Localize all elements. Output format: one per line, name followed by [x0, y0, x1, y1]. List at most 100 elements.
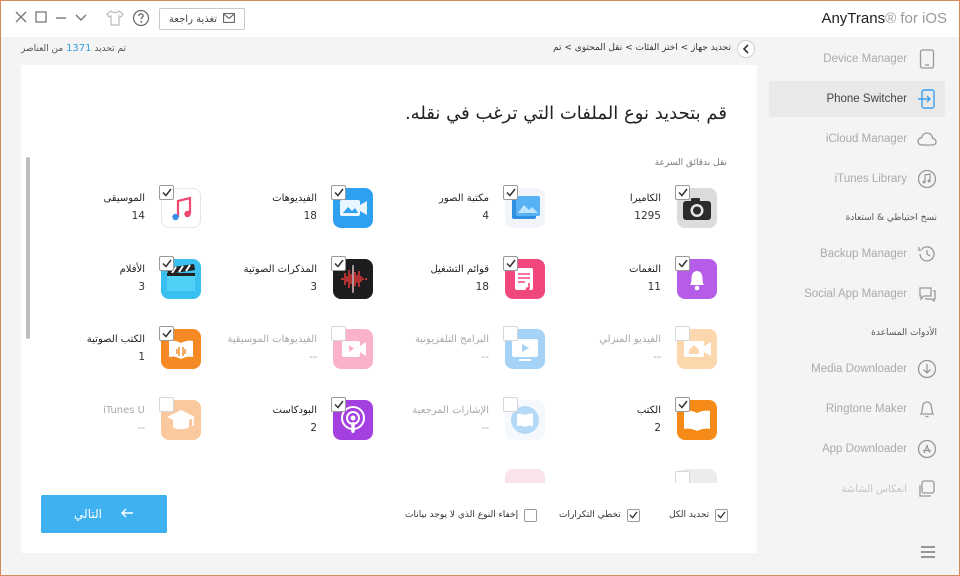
category-books[interactable]: الكتب 2 — [537, 397, 717, 456]
category-count: -- — [481, 422, 489, 434]
category-count: 3 — [310, 281, 317, 293]
checkbox[interactable] — [675, 256, 690, 271]
category-name: الإشارات المرجعية — [412, 405, 489, 416]
checkbox[interactable] — [331, 326, 346, 341]
category-bookmarks[interactable]: الإشارات المرجعية -- — [365, 397, 545, 456]
checkbox[interactable] — [503, 256, 518, 271]
select-all-checkbox[interactable] — [715, 508, 729, 522]
bell-icon — [917, 399, 937, 419]
select-all-option[interactable]: تحديد الكل — [669, 507, 729, 523]
next-label: التالي — [74, 507, 102, 521]
sidebar-item-itunes-library[interactable]: iTunes Library — [769, 161, 945, 197]
sidebar-item-label: Social App Manager — [804, 288, 907, 300]
main-panel: قم بتحديد نوع الملفات التي ترغب في نقله.… — [21, 65, 757, 553]
skip-duplicates-option[interactable]: تخطي التكرارات — [559, 507, 640, 523]
partial-tile-icon — [505, 469, 545, 483]
music-note-icon — [917, 169, 937, 189]
category-count: 2 — [654, 422, 661, 434]
checkbox[interactable] — [159, 397, 174, 412]
checkbox[interactable] — [503, 397, 518, 412]
menu-icon[interactable] — [921, 543, 935, 558]
category-count: 11 — [647, 281, 661, 293]
history-icon — [917, 244, 937, 264]
category-name: النغمات — [629, 264, 661, 275]
category-name: البودكاست — [272, 405, 317, 416]
close-icon[interactable] — [13, 10, 29, 26]
skip-duplicates-label: تخطي التكرارات — [559, 510, 621, 520]
sidebar-item-screen-mirror[interactable]: انعكاس الشاشة — [769, 471, 945, 507]
checkbox[interactable] — [331, 256, 346, 271]
category-name: iTunes U — [103, 405, 145, 416]
sidebar-item-label: Device Manager — [823, 53, 907, 65]
category-count: 1295 — [634, 210, 661, 222]
category-voice-memos[interactable]: المذكرات الصوتية 3 — [193, 256, 373, 315]
chevron-down-icon[interactable] — [73, 10, 89, 26]
sidebar-item-media-downloader[interactable]: Media Downloader — [769, 351, 945, 387]
help-icon[interactable] — [132, 9, 150, 27]
sidebar-item-social-app-manager[interactable]: Social App Manager — [769, 276, 945, 312]
sidebar-item-ringtone-maker[interactable]: Ringtone Maker — [769, 391, 945, 427]
category-name: الكاميرا — [629, 193, 661, 204]
feedback-button[interactable]: تغذية راجعة — [159, 8, 245, 30]
maximize-icon[interactable] — [33, 10, 49, 26]
category-tv-shows[interactable]: البرامج التلفزيونية -- — [365, 326, 545, 385]
checkbox[interactable] — [159, 256, 174, 271]
back-button[interactable] — [737, 40, 755, 58]
checkbox[interactable] — [159, 326, 174, 341]
envelope-icon — [223, 12, 235, 26]
checkbox[interactable] — [675, 185, 690, 200]
category-count: -- — [137, 422, 145, 434]
category-itunes-u[interactable]: iTunes U -- — [21, 397, 201, 456]
sidebar-item-label: iCloud Manager — [825, 133, 907, 145]
sidebar-item-label: Backup Manager — [820, 248, 907, 260]
hide-empty-label: إخفاء النوع الذي لا يوجد بيانات — [405, 510, 519, 520]
checkbox[interactable] — [159, 185, 174, 200]
shirt-icon[interactable] — [105, 10, 125, 26]
category-home-video[interactable]: الفيديو المنزلي -- — [537, 326, 717, 385]
device-icon — [917, 49, 937, 69]
selection-counter: تم تحديد 1371 من العناصر — [21, 43, 126, 54]
counter-value: 1371 — [66, 43, 92, 54]
category-count: 2 — [310, 422, 317, 434]
sidebar-item-app-downloader[interactable]: App Downloader — [769, 431, 945, 467]
checkbox[interactable] — [331, 185, 346, 200]
category-music[interactable]: الموسيقى 14 — [21, 185, 201, 244]
sidebar-section-backup: نسخ احتياطي & استعادة — [845, 213, 937, 223]
app-window: تغذية راجعة AnyTrans® for iOS تم تحديد 1… — [0, 0, 960, 576]
checkbox[interactable] — [503, 326, 518, 341]
checkbox[interactable] — [503, 185, 518, 200]
skip-duplicates-checkbox[interactable] — [626, 508, 640, 522]
next-button[interactable]: التالي — [41, 495, 167, 533]
sidebar-item-label: Ringtone Maker — [825, 403, 907, 415]
category-camera[interactable]: الكاميرا 1295 — [537, 185, 717, 244]
category-photo-library[interactable]: مكتبة الصور 4 — [365, 185, 545, 244]
sidebar-item-backup-manager[interactable]: Backup Manager — [769, 236, 945, 272]
sidebar-item-icloud-manager[interactable]: iCloud Manager — [769, 121, 945, 157]
category-videos[interactable]: الفيديوهات 18 — [193, 185, 373, 244]
checkbox[interactable] — [675, 326, 690, 341]
checkbox[interactable] — [331, 397, 346, 412]
category-music-videos[interactable]: الفيديوهات الموسيقية -- — [193, 326, 373, 385]
category-ringtones[interactable]: النغمات 11 — [537, 256, 717, 315]
category-movies[interactable]: الأفلام 3 — [21, 256, 201, 315]
category-partial[interactable] — [537, 469, 717, 483]
minimize-icon[interactable] — [53, 10, 69, 26]
feedback-label: تغذية راجعة — [168, 13, 218, 25]
category-name: الموسيقى — [103, 193, 145, 204]
category-podcasts[interactable]: البودكاست 2 — [193, 397, 373, 456]
category-name: الكتب الصوتية — [86, 334, 145, 345]
hide-empty-checkbox[interactable] — [524, 508, 538, 522]
category-count: -- — [309, 351, 317, 363]
checkbox[interactable] — [675, 471, 690, 483]
checkbox[interactable] — [675, 397, 690, 412]
hide-empty-option[interactable]: إخفاء النوع الذي لا يوجد بيانات — [405, 507, 538, 523]
category-audiobooks[interactable]: الكتب الصوتية 1 — [21, 326, 201, 385]
sidebar-item-phone-switcher[interactable]: Phone Switcher — [769, 81, 945, 117]
counter-suffix: من العناصر — [21, 44, 64, 54]
sidebar-item-label: Phone Switcher — [826, 93, 907, 105]
sidebar-item-device-manager[interactable]: Device Manager — [769, 41, 945, 77]
category-partial[interactable] — [365, 469, 545, 483]
category-name: الأفلام — [119, 264, 145, 275]
category-count: -- — [481, 351, 489, 363]
category-playlists[interactable]: قوائم التشغيل 18 — [365, 256, 545, 315]
